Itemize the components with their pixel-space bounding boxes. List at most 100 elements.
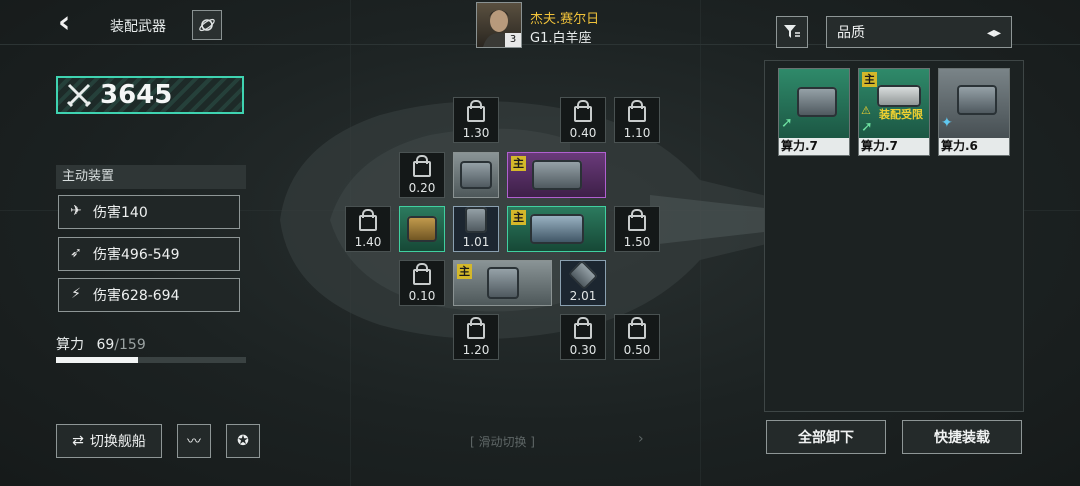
combat-power-value: 3645 xyxy=(100,80,173,110)
emblem-button[interactable]: ✪ xyxy=(226,424,260,458)
lock-icon xyxy=(628,100,646,122)
stat-damage-1: ✈ 伤害140 xyxy=(58,195,240,229)
back-icon[interactable]: ‹ xyxy=(58,8,82,38)
missile-pod-icon xyxy=(486,267,519,299)
page-title: 装配武器 xyxy=(110,19,166,35)
ship-name: G1.白羊座 xyxy=(530,31,592,46)
inventory-card[interactable]: ➚ 算力.7 xyxy=(778,68,850,156)
equipped-device-slot[interactable]: 1.01 xyxy=(453,206,499,252)
filter-icon xyxy=(784,25,800,38)
switch-ship-button[interactable]: ⇄ 切换舰船 xyxy=(56,424,162,458)
compute-max: /159 xyxy=(114,337,146,353)
lock-icon xyxy=(574,100,592,122)
card-compute-label: 算力.6 xyxy=(939,138,1009,155)
locked-slot[interactable]: 0.10 xyxy=(399,260,445,306)
inventory-card[interactable]: ✦ 算力.6 xyxy=(938,68,1010,156)
slot-value: 0.40 xyxy=(569,126,597,140)
stat-damage-2: ➶ 伤害496-549 xyxy=(58,237,240,271)
lock-icon xyxy=(467,317,485,339)
combat-power-box: 3645 xyxy=(56,76,244,114)
lock-icon xyxy=(628,209,646,231)
equipped-weapon-slot[interactable] xyxy=(453,152,499,198)
switch-ship-label: 切换舰船 xyxy=(89,434,146,450)
locked-slot[interactable]: 1.50 xyxy=(614,206,660,252)
slot-value: 0.30 xyxy=(569,343,597,357)
claw-icon: ⚡ xyxy=(71,286,81,302)
equipped-main-weapon-purple[interactable]: 主 xyxy=(507,152,606,198)
locked-slot[interactable]: 0.20 xyxy=(399,152,445,198)
card-compute-label: 算力.7 xyxy=(859,138,929,155)
lock-icon xyxy=(413,155,431,177)
wave-icon: 〰 xyxy=(187,434,201,450)
planet-button[interactable] xyxy=(192,10,222,40)
quality-label: 品质 xyxy=(837,25,865,41)
slot-value: 0.10 xyxy=(408,289,436,303)
main-tag: 主 xyxy=(862,72,877,87)
lock-icon xyxy=(413,263,431,285)
cannon-icon xyxy=(877,85,921,107)
sort-arrows-icon: ◂▸ xyxy=(986,25,1001,41)
filter-button[interactable] xyxy=(776,16,808,48)
compute-bar xyxy=(56,357,246,363)
inventory-card[interactable]: 主 ⚠ 装配受限 ➚ 算力.7 xyxy=(858,68,930,156)
locked-slot[interactable]: 1.10 xyxy=(614,97,660,143)
cannon-icon xyxy=(531,160,582,190)
wave-button[interactable]: 〰 xyxy=(177,424,211,458)
turret-icon xyxy=(957,85,997,115)
swap-icon: ⇄ xyxy=(72,433,84,449)
railgun-icon xyxy=(529,214,584,244)
equipped-main-weapon-green[interactable]: 主 xyxy=(507,206,606,252)
crossed-swords-icon xyxy=(66,83,92,108)
stat-damage-3-text: 伤害628-694 xyxy=(93,288,180,304)
stat-damage-1-text: 伤害140 xyxy=(93,205,148,221)
slot-value: 1.20 xyxy=(462,343,490,357)
slot-value: 1.50 xyxy=(623,235,651,249)
equipped-weapon-green[interactable] xyxy=(399,206,445,252)
slot-value: 1.30 xyxy=(462,126,490,140)
stat-damage-2-text: 伤害496-549 xyxy=(93,247,180,263)
pilot-name: 杰夫.赛尔日 xyxy=(530,12,600,27)
compute-label: 算力 xyxy=(56,337,84,353)
rank-star-icon: ✦ xyxy=(941,115,953,131)
compute-used: 69 xyxy=(96,337,115,353)
unequip-all-button[interactable]: 全部卸下 xyxy=(766,420,886,454)
main-tag: 主 xyxy=(511,210,526,225)
lock-icon xyxy=(467,100,485,122)
module-icon xyxy=(568,260,598,290)
lock-icon xyxy=(628,317,646,339)
fighter-icon: ✈ xyxy=(70,203,82,219)
quick-equip-button[interactable]: 快捷装载 xyxy=(902,420,1022,454)
locked-slot[interactable]: 1.40 xyxy=(345,206,391,252)
locked-slot[interactable]: 1.30 xyxy=(453,97,499,143)
canister-icon xyxy=(465,207,487,233)
rank-arrow-icon: ➚ xyxy=(781,115,793,131)
swipe-hint: [ 滑动切换 ] xyxy=(470,435,535,449)
turret-icon xyxy=(797,87,837,117)
restricted-text: 装配受限 xyxy=(879,108,923,121)
warning-icon: ⚠ xyxy=(861,104,871,117)
locked-slot[interactable]: 0.40 xyxy=(560,97,606,143)
chevron-right-icon[interactable]: › xyxy=(638,431,644,447)
equipped-main-weapon-gray[interactable]: 主 xyxy=(453,260,552,306)
compute-bar-fill xyxy=(56,357,139,363)
gold-turret-icon xyxy=(407,216,437,242)
emblem-icon: ✪ xyxy=(237,433,249,449)
slot-value: 1.40 xyxy=(354,235,382,249)
main-tag: 主 xyxy=(511,156,526,171)
locked-slot[interactable]: 0.50 xyxy=(614,314,660,360)
pilot-level-badge: 3 xyxy=(505,33,521,47)
card-compute-label: 算力.7 xyxy=(779,138,849,155)
slot-value: 2.01 xyxy=(569,289,597,303)
locked-slot[interactable]: 0.30 xyxy=(560,314,606,360)
locked-slot[interactable]: 1.20 xyxy=(453,314,499,360)
compute-readout: 算力 69/159 xyxy=(56,334,146,354)
stat-damage-3: ⚡ 伤害628-694 xyxy=(58,278,240,312)
pilot-avatar[interactable]: 3 xyxy=(476,2,522,48)
quality-sort-select[interactable]: 品质 ◂▸ xyxy=(826,16,1012,48)
lock-icon xyxy=(359,209,377,231)
slot-value: 0.20 xyxy=(408,181,436,195)
active-devices-title: 主动装置 xyxy=(56,165,246,189)
turret-icon xyxy=(460,161,492,189)
equipped-device-slot[interactable]: 2.01 xyxy=(560,260,606,306)
slot-value: 0.50 xyxy=(623,343,651,357)
